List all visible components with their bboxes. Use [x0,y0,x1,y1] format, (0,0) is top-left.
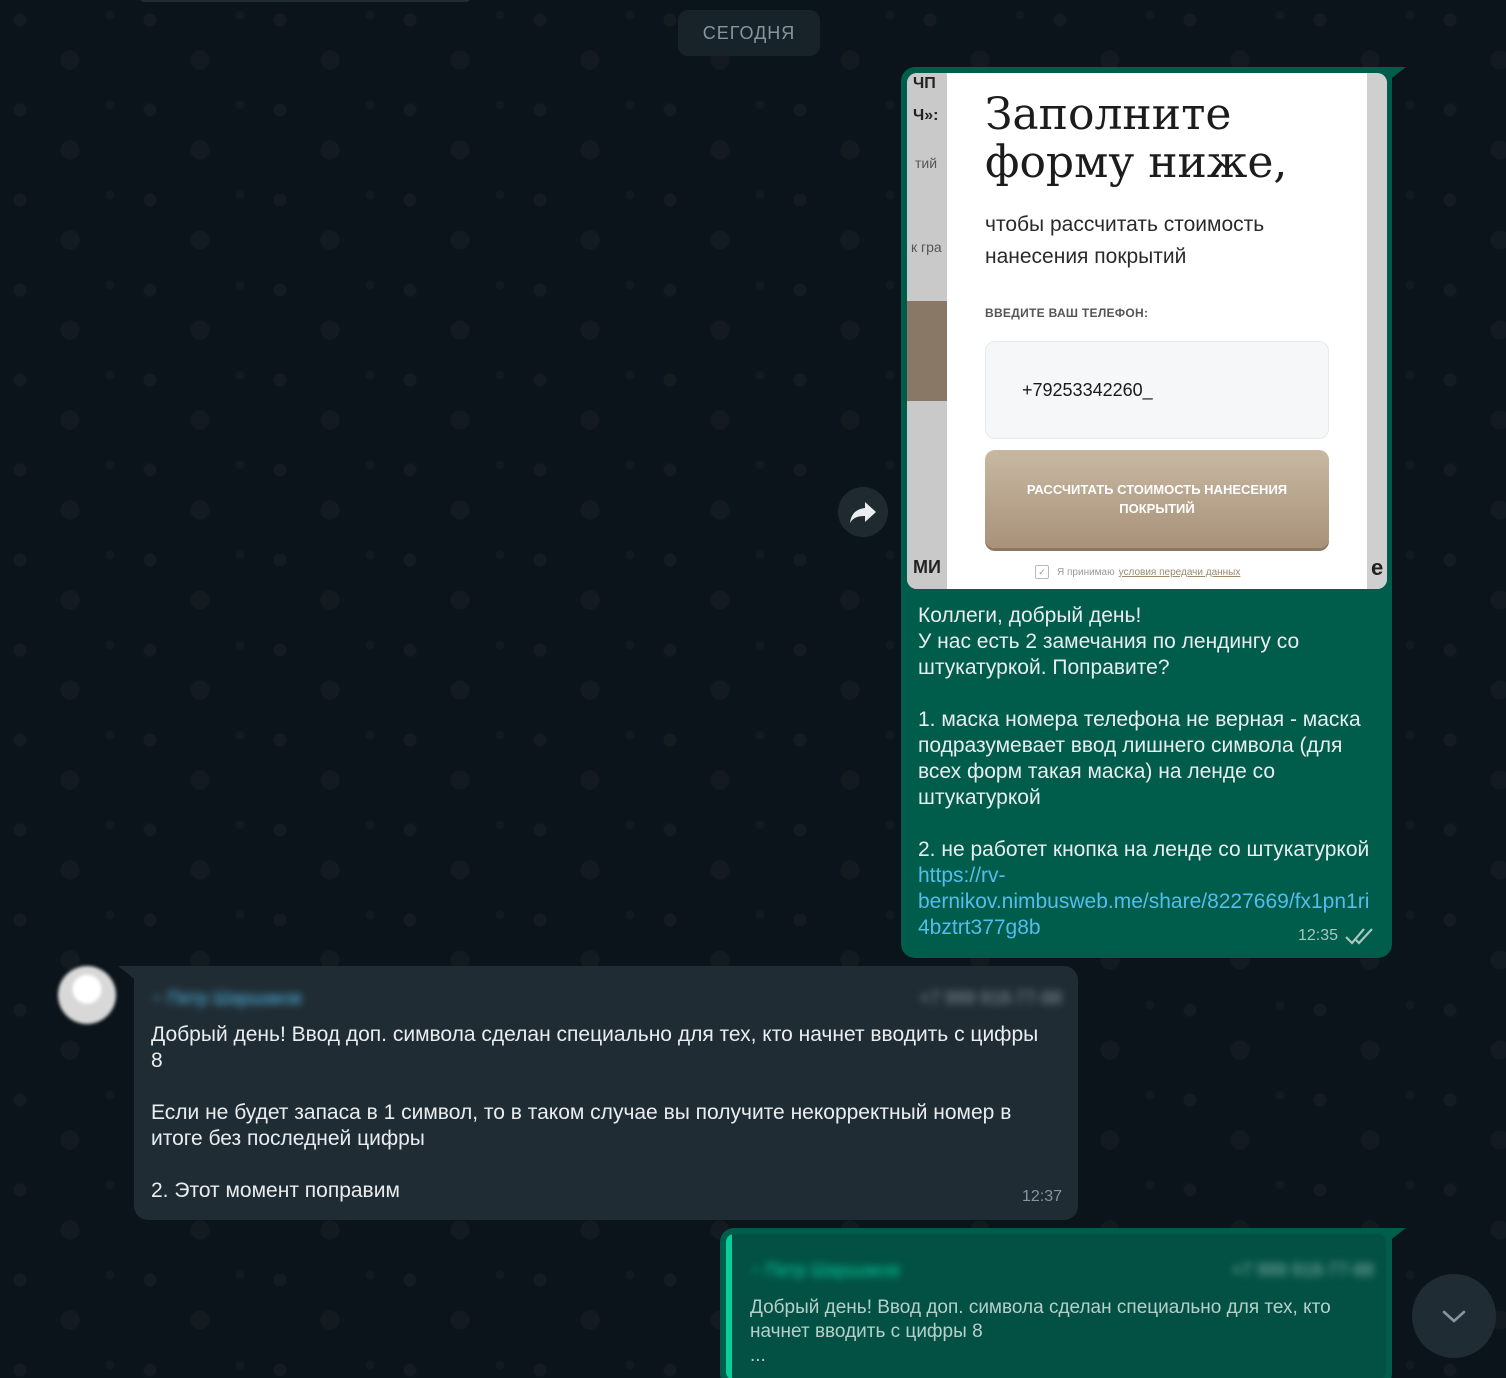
forward-button[interactable] [838,487,888,537]
scroll-down-button[interactable] [1412,1274,1496,1358]
outgoing-reply-message[interactable]: ~ Петр Шаршаков +7 999 918-77-88 Добрый … [720,1228,1392,1378]
quoted-message[interactable]: ~ Петр Шаршаков +7 999 918-77-88 Добрый … [726,1234,1386,1378]
attached-screenshot[interactable]: ЧП Ч»: тий к гра МИ Заполните форму ниже… [907,73,1387,589]
screenshot-left-strip: ЧП Ч»: тий к гра МИ [907,73,947,589]
message-text: Добрый день! Ввод доп. символа сделан сп… [151,1023,1039,1202]
forward-icon [850,502,876,523]
form-subtitle: чтобы рассчитать стоимость нанесения пок… [985,213,1265,268]
quote-sender-name: ~ Петр Шаршаков [750,1260,900,1280]
phone-field: +79253342260_ [985,341,1329,439]
double-check-icon [1345,928,1373,945]
screenshot-fragment: ЧП [913,75,936,92]
chat-pane: СЕГОДНЯ ЧП Ч»: тий к гра МИ Заполните фо… [0,0,1506,1378]
screenshot-fragment: к гра [911,239,942,255]
checkbox-icon: ✓ [1035,565,1049,579]
message-text: Коллеги, добрый день! У нас есть 2 замеч… [918,603,1378,941]
screenshot-form-page: Заполните форму ниже, чтобы рассчитать с… [947,73,1367,589]
phone-label: ВВЕДИТЕ ВАШ ТЕЛЕФОН: [985,306,1149,320]
outgoing-message[interactable]: ЧП Ч»: тий к гра МИ Заполните форму ниже… [901,67,1392,958]
message-body: Коллеги, добрый день! У нас есть 2 замеч… [918,604,1370,861]
consent-text: Я принимаю [1057,566,1115,578]
quote-sender-phone: +7 999 918-77-88 [1231,1260,1374,1280]
phone-value: +79253342260_ [1022,379,1153,400]
sender-name[interactable]: ~ Петр Шаршаков [152,988,302,1009]
calculate-button: РАССЧИТАТЬ СТОИМОСТЬ НАНЕСЕНИЯ ПОКРЫТИЙ [985,450,1329,548]
message-time: 12:35 [1297,927,1338,944]
screenshot-image-fragment [907,301,947,401]
screenshot-fragment: МИ [913,557,941,577]
message-time: 12:37 [1021,1188,1062,1205]
form-title: Заполните форму ниже, [985,89,1288,188]
date-separator: СЕГОДНЯ [678,10,820,56]
message-meta: 12:35 [1298,926,1378,946]
consent-row: ✓ Я принимаю условия передачи данных [1035,565,1240,579]
chevron-down-icon [1442,1310,1466,1323]
consent-link: условия передачи данных [1118,566,1241,578]
incoming-message[interactable]: ~ Петр Шаршаков +7 999 918-77-88 Добрый … [134,966,1078,1220]
screenshot-right-strip: е [1367,73,1387,589]
sender-phone: +7 999 918-77-88 [919,988,1062,1008]
quote-accent-bar [726,1234,732,1378]
avatar[interactable] [58,966,116,1024]
screenshot-fragment: е [1371,555,1384,580]
quote-text: Добрый день! Ввод доп. символа сделан сп… [750,1297,1331,1366]
screenshot-fragment: Ч»: [913,107,939,124]
previous-message-fragment [140,0,470,2]
screenshot-fragment: тий [915,155,938,171]
